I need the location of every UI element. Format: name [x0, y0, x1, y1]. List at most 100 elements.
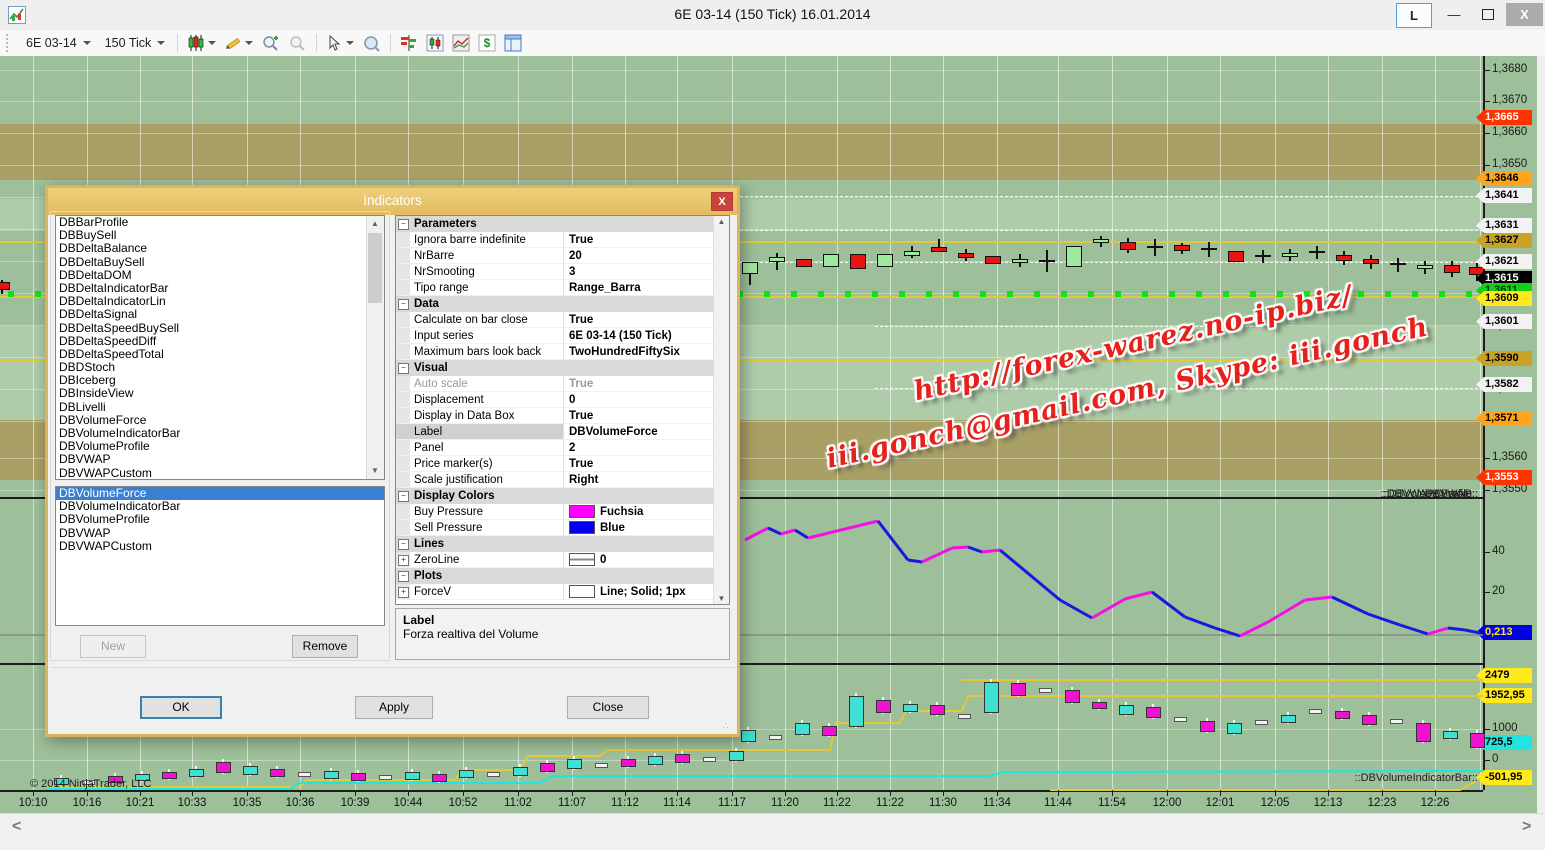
apply-button[interactable]: Apply [355, 696, 433, 719]
property-value[interactable]: 0 [564, 392, 729, 408]
property-value[interactable]: True [564, 376, 729, 392]
property-value[interactable]: True [564, 456, 729, 472]
dialog-close-button[interactable]: X [711, 192, 733, 211]
list-item[interactable]: DBDeltaSpeedDiff [56, 335, 384, 348]
scroll-down-icon[interactable]: ▼ [367, 463, 383, 479]
collapse-icon[interactable]: − [398, 491, 409, 502]
property-row[interactable]: +ZeroLine0 [396, 552, 729, 568]
property-value[interactable]: Range_Barra [564, 280, 729, 296]
property-row[interactable]: NrBarre20 [396, 248, 729, 264]
list-item[interactable]: DBVWAP [56, 527, 384, 540]
price-tick-mark [1483, 101, 1490, 102]
property-row[interactable]: Tipo rangeRange_Barra [396, 280, 729, 296]
available-indicators-list[interactable]: DBBarProfileDBBuySellDBDeltaBalanceDBDel… [55, 215, 385, 480]
property-row[interactable]: Ignora barre indefiniteTrue [396, 232, 729, 248]
list-item[interactable]: DBDeltaBuySell [56, 256, 384, 269]
property-value[interactable]: DBVolumeForce [564, 424, 729, 440]
close-button[interactable]: X [1506, 3, 1543, 26]
toolbar-grip[interactable] [6, 34, 15, 52]
bar-style-button[interactable] [183, 32, 220, 54]
property-value[interactable]: Fuchsia [564, 504, 729, 520]
property-value[interactable]: TwoHundredFiftySix [564, 344, 729, 360]
property-row[interactable]: Calculate on bar closeTrue [396, 312, 729, 328]
list-item[interactable]: DBVWAPCustom [56, 540, 384, 553]
property-category[interactable]: −Visual [396, 360, 729, 376]
scrollbar-thumb[interactable] [368, 233, 382, 303]
indicator-panel-button[interactable] [448, 32, 474, 54]
property-row[interactable]: Displacement0 [396, 392, 729, 408]
property-row[interactable]: +ForceVLine; Solid; 1px [396, 584, 729, 600]
property-value[interactable]: True [564, 408, 729, 424]
property-category[interactable]: −Display Colors [396, 488, 729, 504]
scroll-down-icon[interactable]: ▼ [714, 594, 729, 603]
maximize-button[interactable] [1472, 3, 1504, 26]
configured-indicators-list[interactable]: DBVolumeForceDBVolumeIndicatorBarDBVolum… [55, 486, 385, 626]
dollar-button[interactable]: $ [474, 32, 500, 54]
property-value[interactable]: True [564, 232, 729, 248]
property-row[interactable]: LabelDBVolumeForce [396, 424, 729, 440]
property-row[interactable]: Display in Data BoxTrue [396, 408, 729, 424]
property-category[interactable]: −Lines [396, 536, 729, 552]
ok-button[interactable]: OK [140, 696, 222, 719]
property-value[interactable]: Right [564, 472, 729, 488]
property-category[interactable]: −Data [396, 296, 729, 312]
property-value[interactable]: 6E 03-14 (150 Tick) [564, 328, 729, 344]
property-row[interactable]: Maximum bars look backTwoHundredFiftySix [396, 344, 729, 360]
property-row[interactable]: NrSmooting3 [396, 264, 729, 280]
zoom-in-button[interactable] [257, 32, 284, 55]
collapse-icon[interactable]: − [398, 363, 409, 374]
list-item[interactable]: DBInsideView [56, 387, 384, 400]
data-box-button[interactable] [500, 32, 526, 54]
property-value[interactable]: 3 [564, 264, 729, 280]
scroll-right-icon[interactable]: > [1522, 818, 1531, 836]
list-item[interactable]: DBVolumeProfile [56, 513, 384, 526]
property-value[interactable]: Line; Solid; 1px [564, 584, 729, 600]
horizontal-scrollbar[interactable]: < > [0, 813, 1545, 846]
property-category[interactable]: −Plots [396, 568, 729, 584]
resize-grip[interactable]: ∴ [723, 721, 735, 733]
property-value[interactable]: 2 [564, 440, 729, 456]
scroll-up-icon[interactable]: ▲ [367, 216, 383, 232]
property-value[interactable]: 0 [564, 552, 729, 568]
property-row[interactable]: Auto scaleTrue [396, 376, 729, 392]
property-grid[interactable]: −ParametersIgnora barre indefiniteTrueNr… [395, 215, 730, 605]
property-row[interactable]: Scale justificationRight [396, 472, 729, 488]
period-selector[interactable]: 150 Tick [98, 34, 173, 52]
collapse-icon[interactable]: − [398, 571, 409, 582]
new-button[interactable]: New [80, 635, 146, 658]
draw-button[interactable] [220, 32, 257, 54]
property-row[interactable]: Panel2 [396, 440, 729, 456]
propgrid-scrollbar[interactable]: ▲▼ [713, 216, 729, 604]
list-item[interactable]: DBVWAP [56, 453, 384, 466]
list-item[interactable]: DBLivelli [56, 401, 384, 414]
instrument-link-button[interactable]: L [1396, 3, 1432, 28]
scroll-up-icon[interactable]: ▲ [714, 217, 729, 226]
crosshair-button[interactable] [358, 32, 385, 55]
cursor-button[interactable] [322, 33, 358, 54]
instrument-selector[interactable]: 6E 03-14 [19, 34, 98, 52]
property-row[interactable]: Input series6E 03-14 (150 Tick) [396, 328, 729, 344]
scroll-left-icon[interactable]: < [12, 818, 21, 836]
close-dialog-button[interactable]: Close [567, 696, 649, 719]
chart-trader-button[interactable] [422, 32, 448, 54]
market-depth-button[interactable] [396, 32, 422, 54]
property-category[interactable]: −Parameters [396, 216, 729, 232]
property-row[interactable]: Buy PressureFuchsia [396, 504, 729, 520]
property-row[interactable]: Sell PressureBlue [396, 520, 729, 536]
property-row[interactable]: Price marker(s)True [396, 456, 729, 472]
minimize-button[interactable]: — [1438, 3, 1470, 26]
property-value[interactable]: True [564, 312, 729, 328]
property-value[interactable]: Blue [564, 520, 729, 536]
list-item[interactable]: DBDeltaDOM [56, 269, 384, 282]
remove-button[interactable]: Remove [292, 635, 358, 658]
listbox-scrollbar[interactable]: ▲▼ [366, 216, 384, 479]
property-value[interactable]: 20 [564, 248, 729, 264]
list-item[interactable]: DBDeltaBalance [56, 242, 384, 255]
collapse-icon[interactable]: − [398, 539, 409, 550]
collapse-icon[interactable]: − [398, 219, 409, 230]
list-item[interactable]: DBDeltaSpeedBuySell [56, 322, 384, 335]
zoom-out-button[interactable] [284, 32, 311, 55]
list-item[interactable]: DBDeltaSignal [56, 308, 384, 321]
collapse-icon[interactable]: − [398, 299, 409, 310]
list-item[interactable]: DBVWAPCustom [56, 467, 384, 480]
